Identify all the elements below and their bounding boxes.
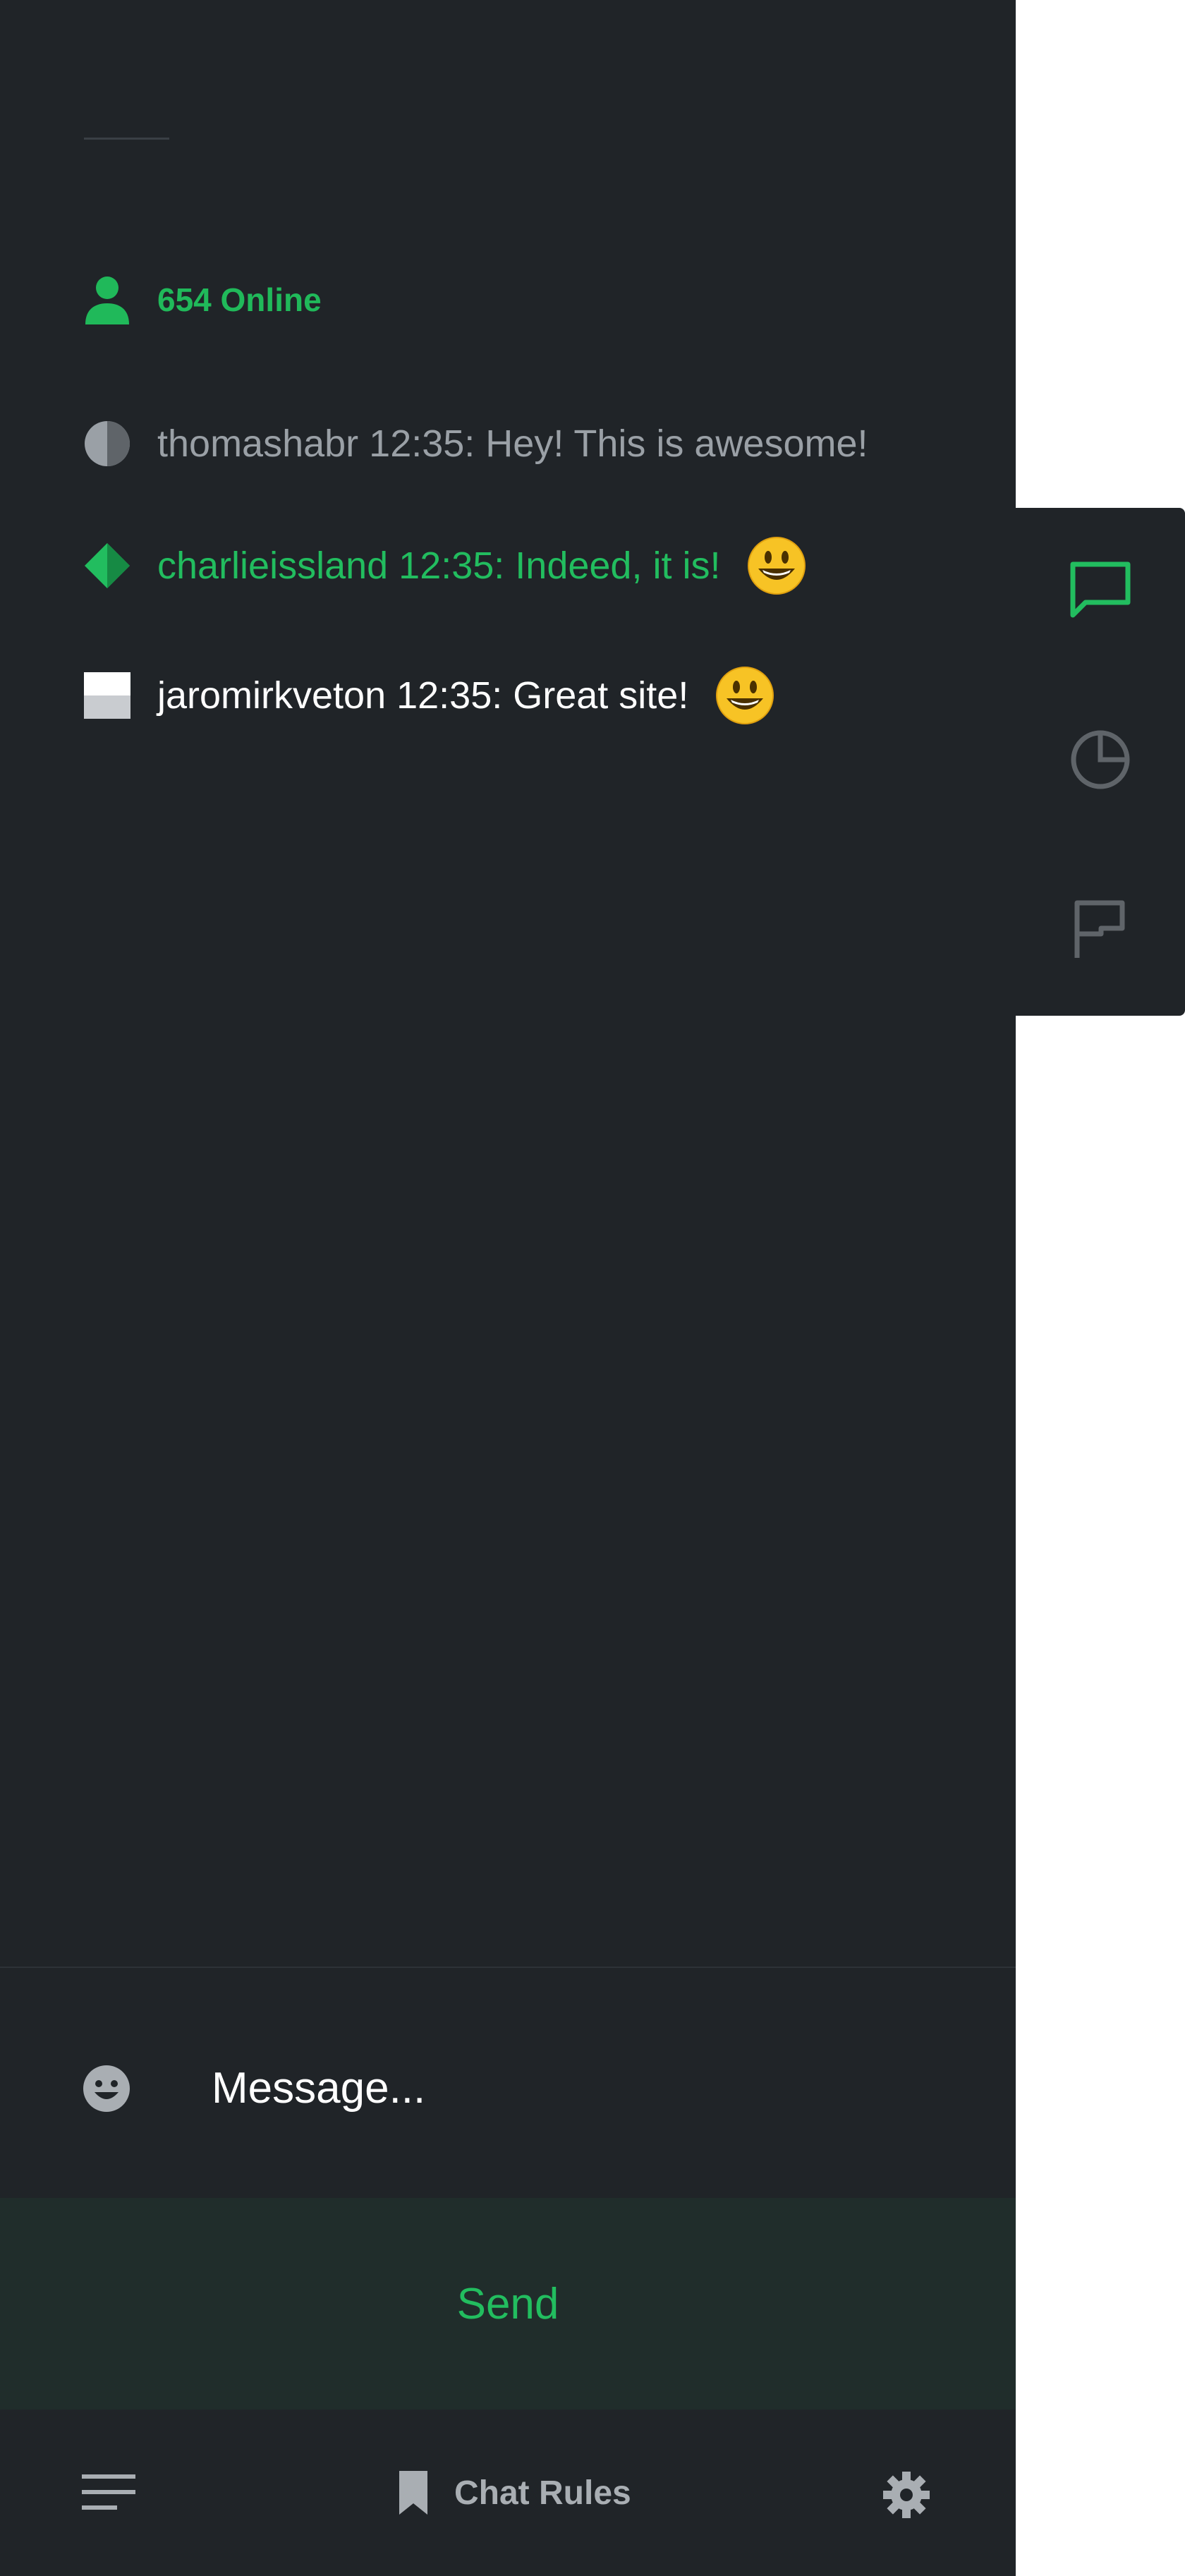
chat-bubble-icon[interactable] <box>1069 559 1132 622</box>
chat-message: jaromirkveton 12:35: Great site! <box>84 666 774 725</box>
smiley-emoji <box>748 537 806 595</box>
message-input[interactable] <box>212 2053 917 2123</box>
chat-panel: 654 Online thomashabr 12:35: Hey! This i… <box>0 0 1016 2576</box>
chat-message: thomashabr 12:35: Hey! This is awesome! <box>84 420 868 467</box>
menu-lines-icon[interactable] <box>82 2472 138 2514</box>
chat-rules-button[interactable]: Chat Rules <box>396 2466 631 2520</box>
bottom-toolbar: Chat Rules <box>0 2410 1016 2576</box>
chat-message: charlieissland 12:35: Indeed, it is! <box>84 536 806 595</box>
chat-message-text: charlieissland 12:35: Indeed, it is! <box>157 545 721 587</box>
user-icon <box>85 277 129 324</box>
message-composer <box>0 1968 1016 2198</box>
smiley-emoji <box>716 667 774 724</box>
chat-rules-label: Chat Rules <box>454 2474 631 2512</box>
chat-message-text: thomashabr 12:35: Hey! This is awesome! <box>157 423 868 465</box>
header-divider <box>84 138 169 140</box>
half-square-icon <box>84 672 130 719</box>
side-rail <box>1016 508 1185 1016</box>
online-count-label: 654 Online <box>157 281 322 318</box>
diamond-icon <box>85 543 130 588</box>
smiley-face-icon[interactable] <box>82 2064 131 2113</box>
gear-icon[interactable] <box>882 2470 931 2520</box>
online-count: 654 Online <box>84 275 322 324</box>
flag-icon[interactable] <box>1069 897 1132 961</box>
chat-message-text: jaromirkveton 12:35: Great site! <box>157 674 689 717</box>
bookmark-icon <box>399 2471 427 2515</box>
pie-chart-icon[interactable] <box>1069 728 1132 791</box>
send-button[interactable]: Send <box>0 2198 1016 2410</box>
half-circle-icon <box>85 421 130 466</box>
